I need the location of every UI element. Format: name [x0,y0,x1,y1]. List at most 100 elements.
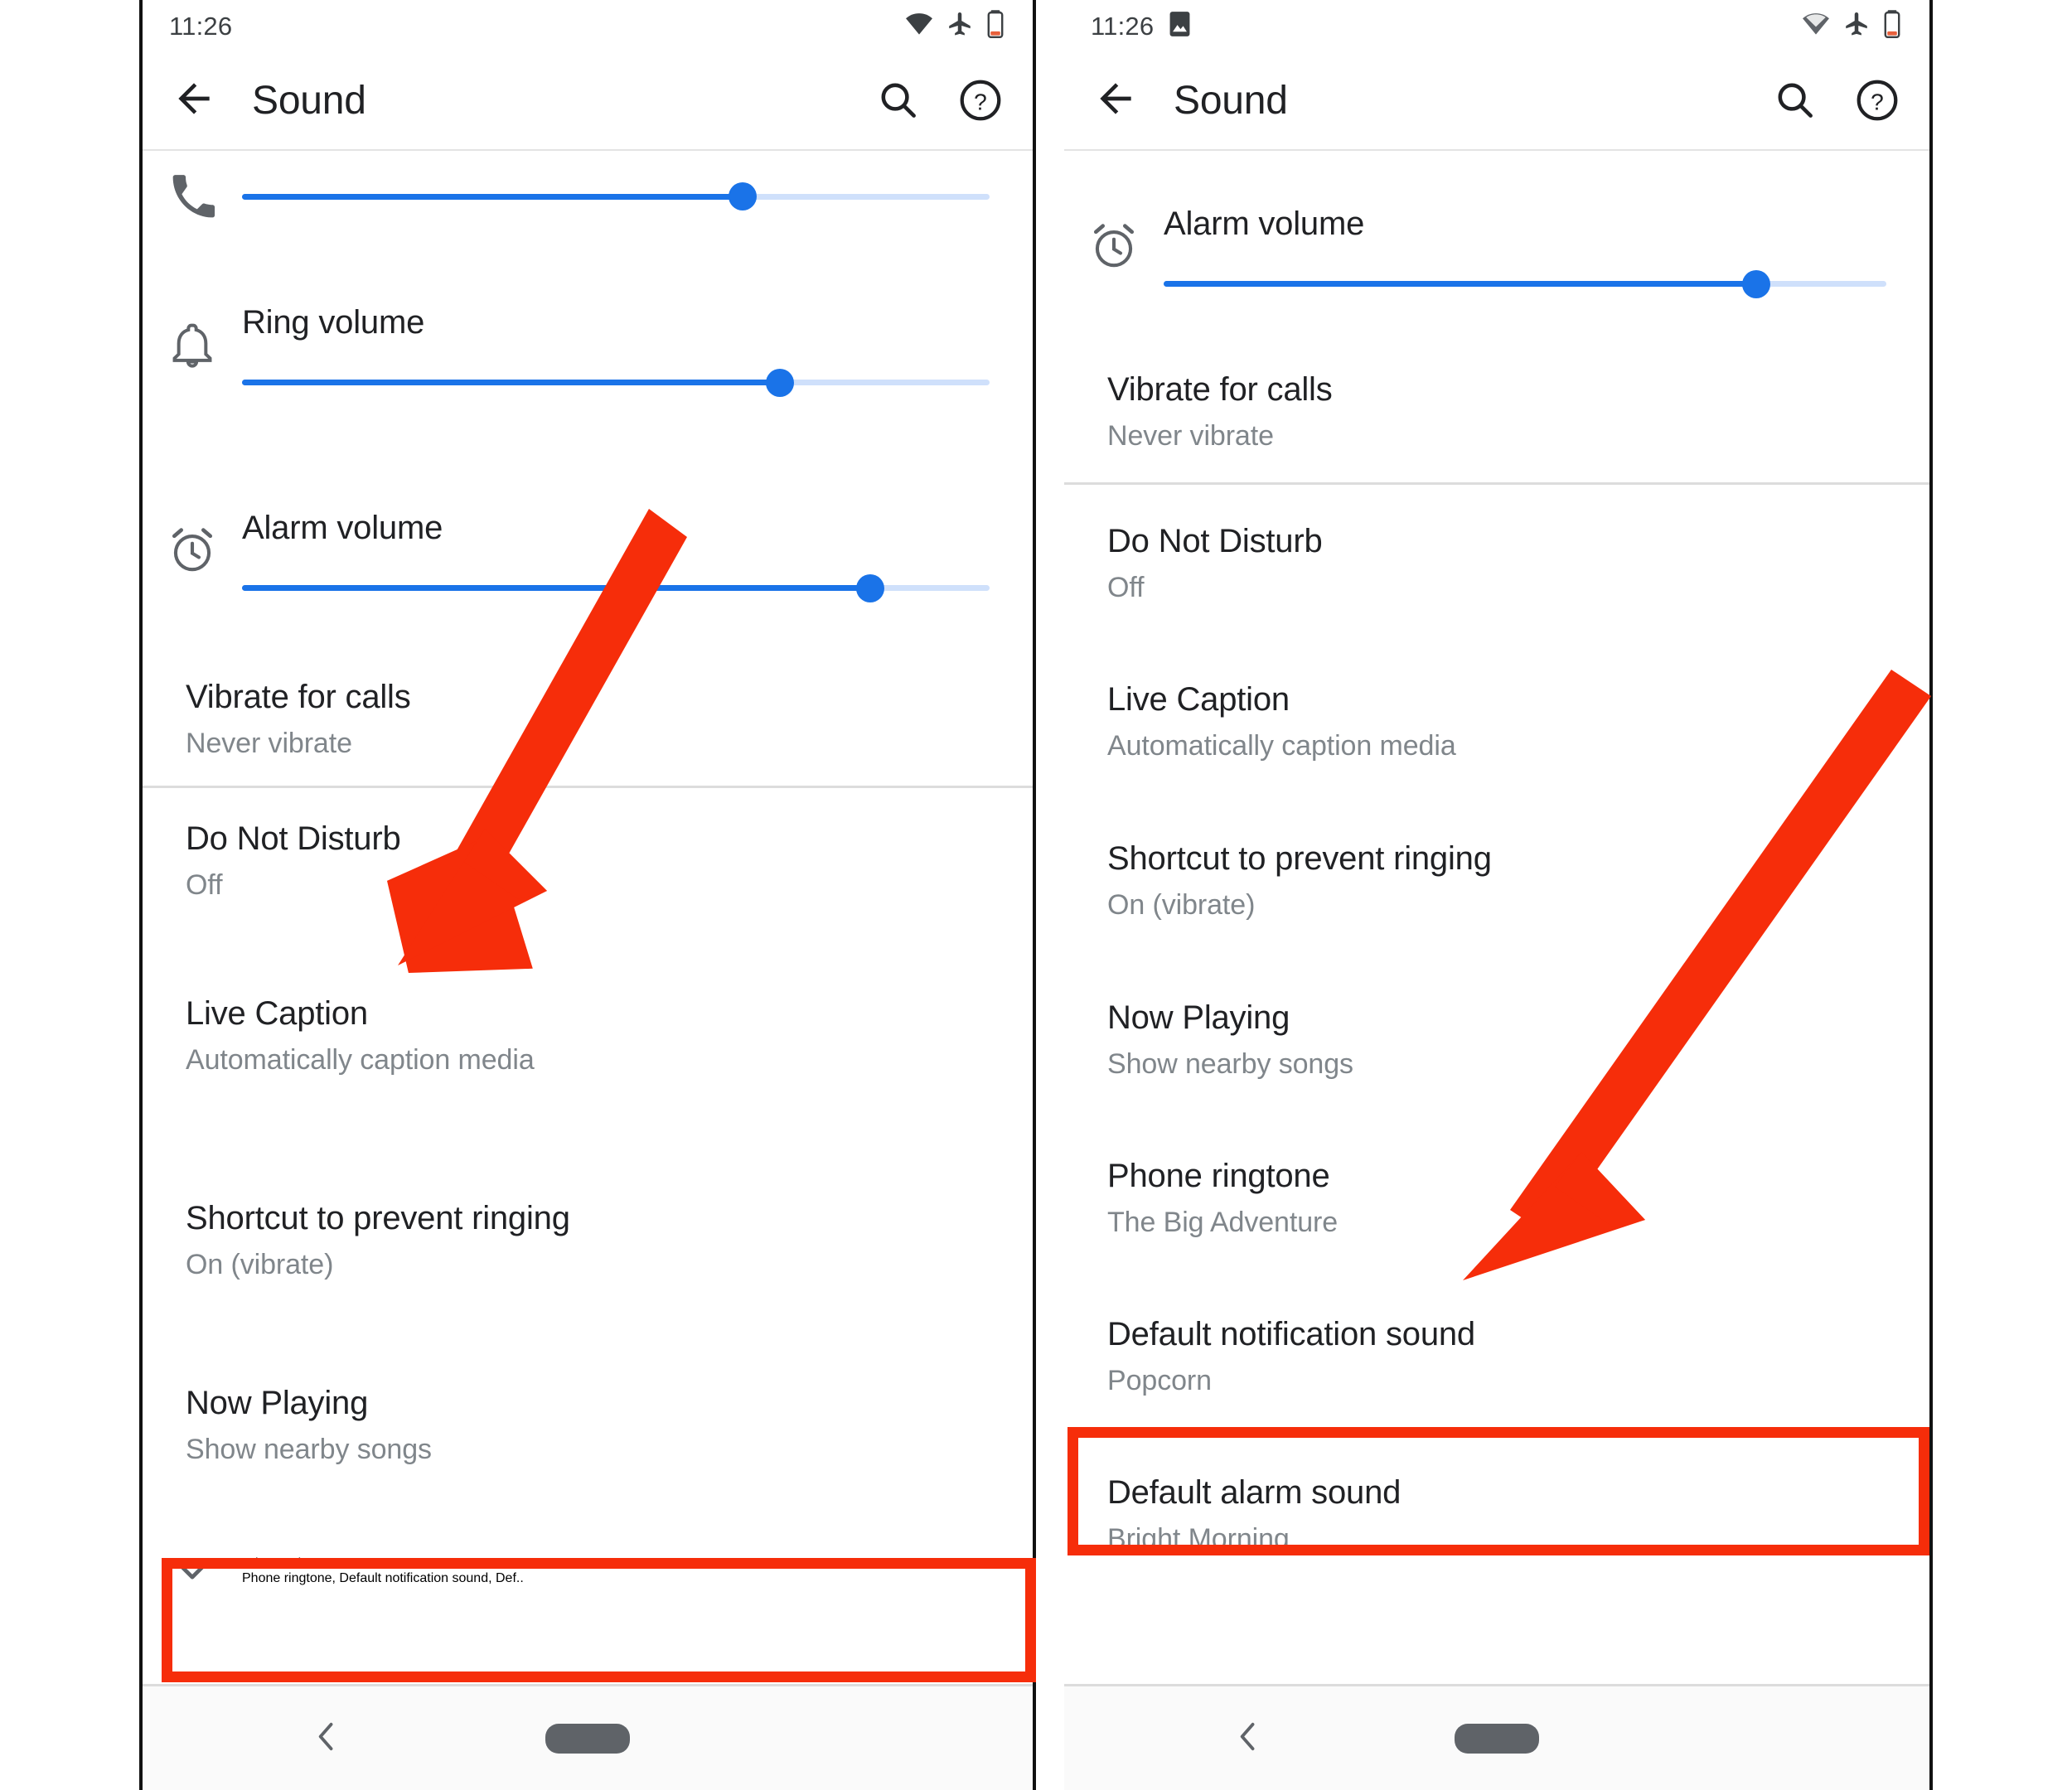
alarm-volume-slider[interactable]: Alarm volume [242,510,1033,602]
slider-row-ring-volume[interactable]: Ring volume [143,242,1033,448]
settings-list: Ring volume Alarm volume Vibrate for cal… [143,151,1033,1634]
status-icons [1802,9,1901,42]
list-item-subtitle: Bright Morning [1107,1523,1290,1555]
list-item-do-not-disturb[interactable]: Do Not Disturb Off [1064,485,1929,642]
wifi-icon [1802,12,1830,40]
system-nav-bar [143,1684,1033,1790]
help-icon[interactable]: ? [1855,78,1900,123]
screenshot-stage: 11:26 Sound ? Ring volume Alarm volume V… [0,0,2072,1790]
back-arrow-icon[interactable] [1092,75,1139,126]
slider-row-alarm-volume[interactable]: Alarm volume [143,448,1033,653]
list-item-subtitle: Automatically caption media [1107,730,1456,762]
slider-row-alarm-volume[interactable]: Alarm volume [1064,151,1929,341]
slider-thumb[interactable] [1742,269,1771,298]
slider-thumb[interactable] [855,573,884,602]
system-nav-bar [1064,1684,1929,1790]
list-item-title: Default alarm sound [1107,1474,1402,1512]
phone-icon [143,173,242,220]
app-bar: Sound ? [143,51,1033,149]
list-item-title: Now Playing [186,1385,369,1422]
status-bar: 11:26 [1064,0,1929,51]
list-item-subtitle: The Big Adventure [1107,1207,1339,1239]
list-item-subtitle: On (vibrate) [186,1248,334,1280]
slider-label: Alarm volume [242,510,443,546]
wifi-icon [905,12,933,40]
bell-icon [143,322,242,368]
list-item-live-caption[interactable]: Live Caption Automatically caption media [143,933,1033,1138]
list-item-vibrate-for-calls[interactable]: Vibrate for calls Never vibrate [143,653,1033,786]
list-item-subtitle: Automatically caption media [186,1043,535,1076]
status-time: 11:26 [169,11,233,41]
slider-track[interactable] [242,182,990,210]
list-item-subtitle: Never vibrate [1107,420,1274,452]
list-item-subtitle: Show nearby songs [1107,1048,1353,1081]
list-item-live-caption[interactable]: Live Caption Automatically caption media [1064,642,1929,801]
page-title: Sound [252,78,366,123]
list-item-title: Live Caption [1107,681,1290,718]
status-notification-icons [1169,11,1191,41]
list-item-do-not-disturb[interactable]: Do Not Disturb Off [143,788,1033,933]
list-item-phone-ringtone[interactable]: Phone ringtone The Big Adventure [1064,1120,1929,1277]
slider-thumb[interactable] [766,368,795,397]
alarm-icon [143,526,242,574]
slider-label: Alarm volume [1164,206,1365,242]
list-item-subtitle: Off [1107,572,1145,604]
list-item-subtitle: Popcorn [1107,1365,1212,1397]
status-icons [905,9,1005,42]
slider-label: Ring volume [242,304,425,341]
list-item-title: Live Caption [186,994,368,1032]
list-item-subtitle: Off [186,868,223,901]
advanced-title: Advanced [242,1556,302,1570]
status-time: 11:26 [1091,11,1155,41]
svg-text:?: ? [1871,89,1884,114]
list-item-title: Vibrate for calls [1107,371,1333,409]
list-item-title: Shortcut to prevent ringing [186,1199,570,1236]
battery-icon [986,9,1005,42]
list-item-now-playing[interactable]: Now Playing Show nearby songs [1064,960,1929,1120]
screenshot-image-icon [1169,11,1191,41]
call-volume-slider[interactable] [242,182,1033,210]
status-bar: 11:26 [143,0,1033,51]
nav-back-icon[interactable] [1230,1715,1266,1761]
airplane-mode-icon [1844,12,1869,41]
slider-row-call-volume[interactable] [143,151,1033,242]
app-bar: Sound ? [1064,51,1929,149]
list-item-subtitle: Show nearby songs [186,1434,432,1466]
list-item-subtitle: On (vibrate) [1107,889,1256,922]
phone-screen-right: 11:26 Sound ? Alarm volume Vibrate for c… [1064,0,1933,1790]
list-item-shortcut-to-prevent-ringing[interactable]: Shortcut to prevent ringing On (vibrate) [1064,801,1929,960]
list-item-title: Default notification sound [1107,1316,1475,1353]
advanced-subtitle: Phone ringtone, Default notification sou… [242,1571,524,1585]
list-item-title: Shortcut to prevent ringing [1107,840,1492,878]
help-icon[interactable]: ? [958,78,1003,123]
list-item-vibrate-for-calls[interactable]: Vibrate for calls Never vibrate [1064,341,1929,482]
nav-back-icon[interactable] [308,1715,345,1761]
list-item-title: Now Playing [1107,999,1290,1037]
slider-thumb[interactable] [729,182,758,210]
phone-screen-left: 11:26 Sound ? Ring volume Alarm volume V… [139,0,1036,1790]
list-item-title: Do Not Disturb [1107,523,1323,560]
svg-text:?: ? [974,89,987,114]
list-item-title: Vibrate for calls [186,679,411,716]
list-item-advanced[interactable]: Advanced Phone ringtone, Default notific… [143,1508,1033,1634]
page-title: Sound [1174,78,1288,123]
alarm-icon [1064,222,1164,270]
nav-home-pill[interactable] [545,1723,630,1754]
slider-track[interactable] [242,368,990,397]
list-item-default-alarm-sound[interactable]: Default alarm sound Bright Morning [1064,1436,1929,1594]
alarm-volume-slider[interactable]: Alarm volume [1164,206,1929,298]
list-item-default-notification-sound[interactable]: Default notification sound Popcorn [1064,1277,1929,1436]
list-item-shortcut-to-prevent-ringing[interactable]: Shortcut to prevent ringing On (vibrate) [143,1138,1033,1342]
ring-volume-slider[interactable]: Ring volume [242,304,1033,397]
search-icon[interactable] [877,79,920,122]
battery-icon [1883,9,1901,42]
nav-home-pill[interactable] [1455,1723,1539,1754]
search-icon[interactable] [1774,79,1817,122]
airplane-mode-icon [947,12,972,41]
list-item-now-playing[interactable]: Now Playing Show nearby songs [143,1342,1033,1508]
list-item-subtitle: Never vibrate [186,728,352,760]
slider-track[interactable] [1164,269,1886,298]
slider-track[interactable] [242,573,990,602]
back-arrow-icon[interactable] [171,75,217,126]
list-item-title: Phone ringtone [1107,1158,1330,1195]
